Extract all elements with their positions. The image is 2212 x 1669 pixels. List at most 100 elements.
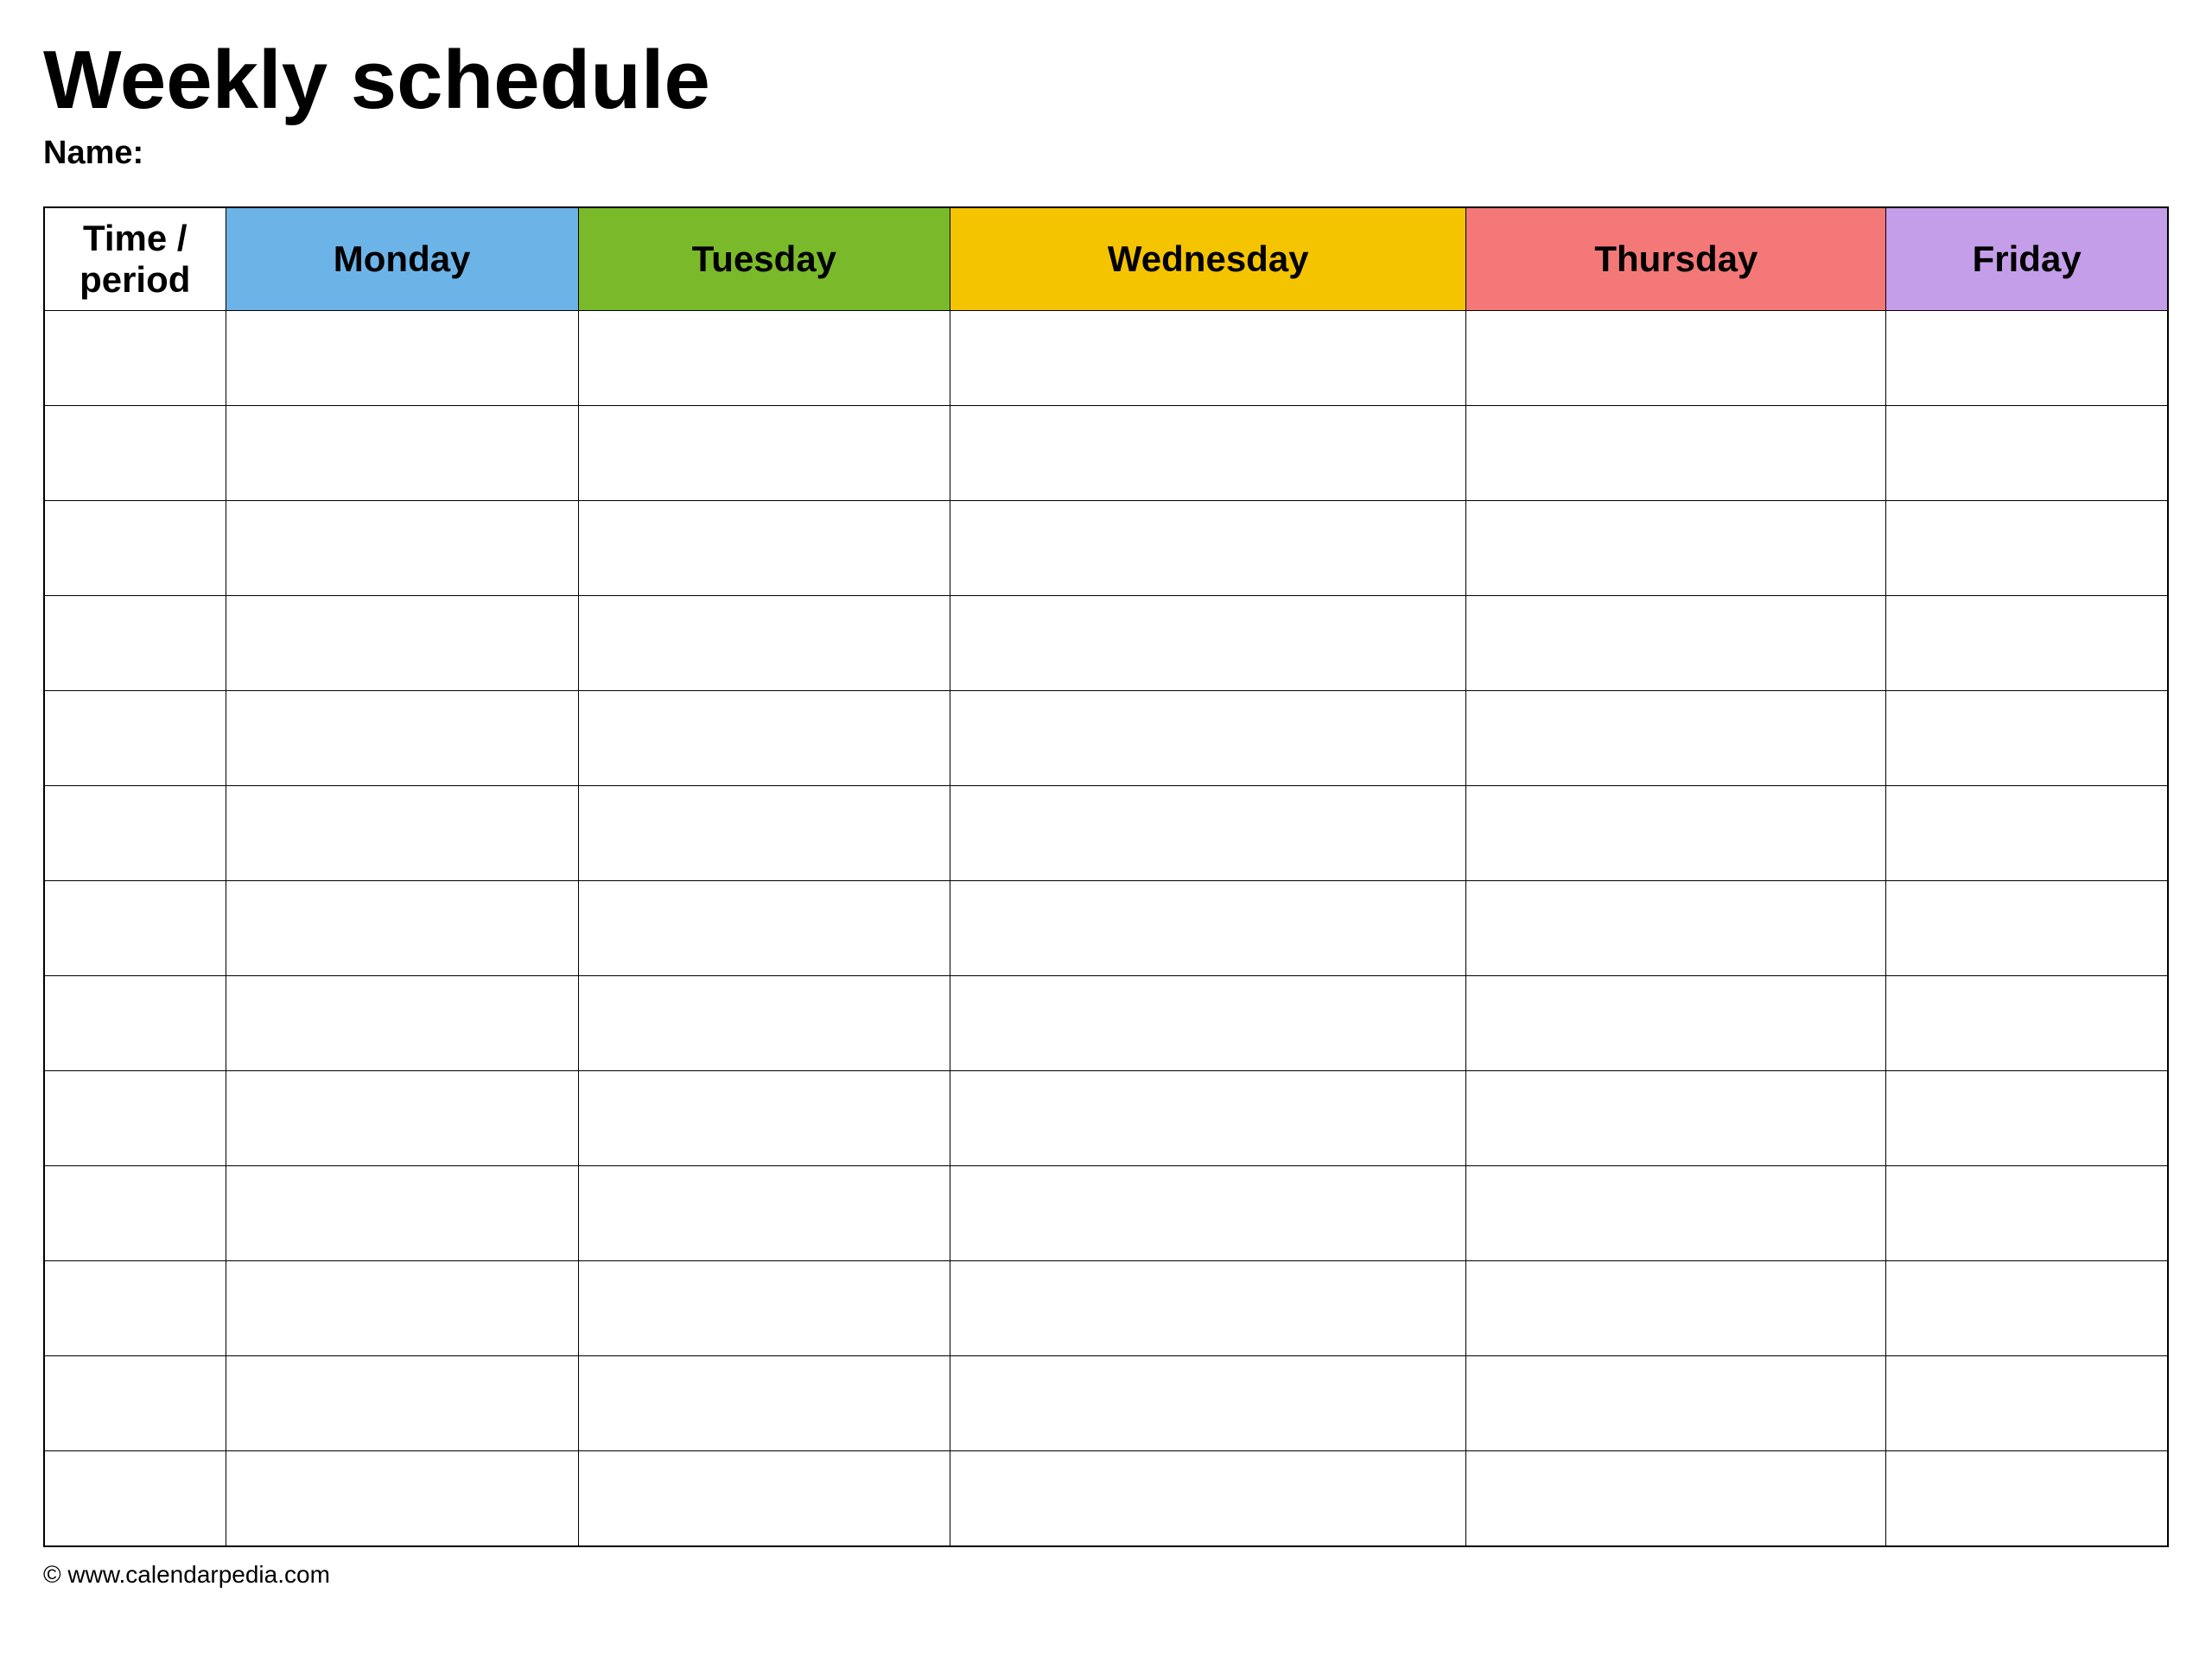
table-cell[interactable] [578,881,950,976]
table-cell[interactable] [578,596,950,691]
table-cell[interactable] [950,881,1466,976]
table-cell[interactable] [1466,1166,1886,1261]
table-cell[interactable] [226,976,578,1071]
table-row [44,691,2168,786]
table-cell[interactable] [1466,881,1886,976]
table-cell[interactable] [950,786,1466,881]
table-cell[interactable] [226,1261,578,1356]
name-label: Name: [43,135,2169,172]
table-cell[interactable] [1466,501,1886,596]
table-cell[interactable] [950,691,1466,786]
header-time: Time / period [44,207,226,311]
table-cell[interactable] [1466,1261,1886,1356]
table-cell[interactable] [44,976,226,1071]
table-cell[interactable] [44,881,226,976]
table-cell[interactable] [44,691,226,786]
header-monday: Monday [226,207,578,311]
table-cell[interactable] [1886,1451,2168,1546]
table-row [44,596,2168,691]
table-cell[interactable] [1466,1451,1886,1546]
table-cell[interactable] [578,1166,950,1261]
table-cell[interactable] [44,596,226,691]
table-row [44,1071,2168,1166]
header-friday: Friday [1886,207,2168,311]
table-cell[interactable] [950,1166,1466,1261]
table-cell[interactable] [226,1166,578,1261]
table-cell[interactable] [578,1356,950,1451]
table-row [44,1166,2168,1261]
table-cell[interactable] [1466,786,1886,881]
table-cell[interactable] [950,1071,1466,1166]
table-cell[interactable] [44,406,226,501]
table-row [44,501,2168,596]
table-cell[interactable] [578,976,950,1071]
table-cell[interactable] [226,1451,578,1546]
table-cell[interactable] [1466,1356,1886,1451]
table-cell[interactable] [1466,1071,1886,1166]
table-row [44,881,2168,976]
table-row [44,786,2168,881]
header-wednesday: Wednesday [950,207,1466,311]
table-cell[interactable] [226,881,578,976]
table-cell[interactable] [44,1356,226,1451]
table-cell[interactable] [1886,311,2168,406]
table-cell[interactable] [44,1166,226,1261]
table-cell[interactable] [1886,1071,2168,1166]
table-cell[interactable] [1886,501,2168,596]
header-tuesday: Tuesday [578,207,950,311]
table-row [44,1261,2168,1356]
table-cell[interactable] [1886,691,2168,786]
table-cell[interactable] [226,406,578,501]
table-row [44,311,2168,406]
table-cell[interactable] [950,596,1466,691]
table-cell[interactable] [226,596,578,691]
table-cell[interactable] [578,406,950,501]
table-cell[interactable] [950,1261,1466,1356]
table-cell[interactable] [44,1451,226,1546]
table-cell[interactable] [226,691,578,786]
table-cell[interactable] [1886,881,2168,976]
table-row [44,1356,2168,1451]
page-title: Weekly schedule [43,35,2169,126]
table-cell[interactable] [578,311,950,406]
table-cell[interactable] [1886,406,2168,501]
table-cell[interactable] [1886,1356,2168,1451]
table-cell[interactable] [1466,976,1886,1071]
table-cell[interactable] [578,1071,950,1166]
table-cell[interactable] [950,1451,1466,1546]
table-cell[interactable] [578,691,950,786]
table-cell[interactable] [578,786,950,881]
table-cell[interactable] [950,311,1466,406]
table-cell[interactable] [1466,406,1886,501]
table-cell[interactable] [1466,311,1886,406]
table-cell[interactable] [578,1261,950,1356]
table-cell[interactable] [950,406,1466,501]
table-row [44,406,2168,501]
table-cell[interactable] [1886,976,2168,1071]
table-cell[interactable] [578,501,950,596]
table-cell[interactable] [44,501,226,596]
table-cell[interactable] [44,1261,226,1356]
table-cell[interactable] [950,976,1466,1071]
table-cell[interactable] [44,786,226,881]
table-cell[interactable] [578,1451,950,1546]
table-cell[interactable] [950,501,1466,596]
table-cell[interactable] [1886,596,2168,691]
table-cell[interactable] [950,1356,1466,1451]
schedule-table: Time / period Monday Tuesday Wednesday T… [43,206,2169,1547]
table-cell[interactable] [1886,1261,2168,1356]
table-cell[interactable] [1466,596,1886,691]
table-cell[interactable] [226,786,578,881]
table-cell[interactable] [226,311,578,406]
table-cell[interactable] [1466,691,1886,786]
header-thursday: Thursday [1466,207,1886,311]
footer-text: © www.calendarpedia.com [43,1561,2169,1589]
table-cell[interactable] [226,1071,578,1166]
table-cell[interactable] [226,501,578,596]
table-cell[interactable] [226,1356,578,1451]
table-cell[interactable] [1886,786,2168,881]
table-cell[interactable] [44,1071,226,1166]
table-row [44,1451,2168,1546]
table-cell[interactable] [44,311,226,406]
table-cell[interactable] [1886,1166,2168,1261]
